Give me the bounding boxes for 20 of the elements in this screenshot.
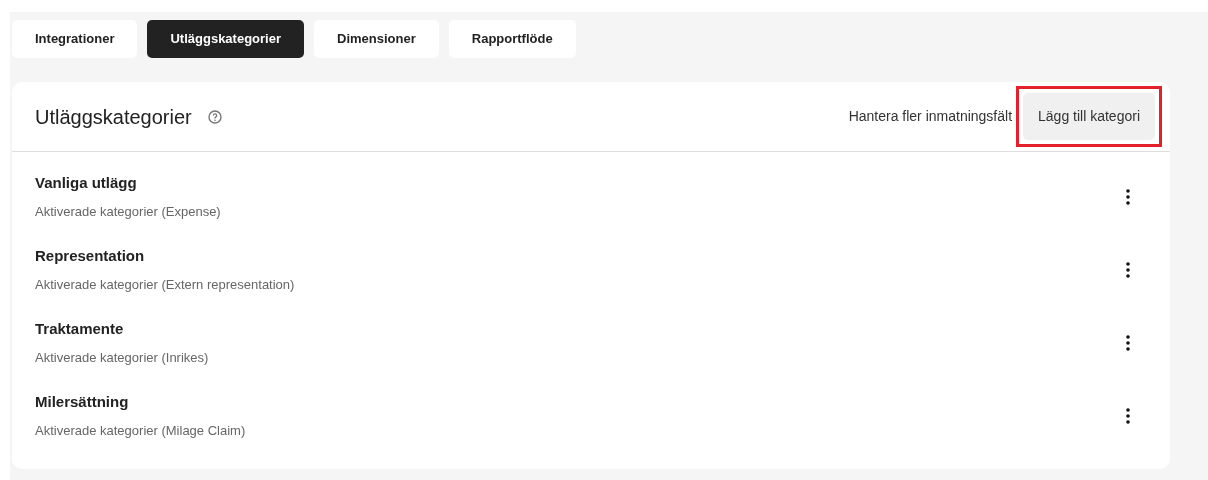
category-description: Aktiverade kategorier (Milage Claim) [35,422,246,440]
category-name: Milersättning [35,391,130,412]
help-icon[interactable] [207,109,222,124]
more-options-icon[interactable] [1126,189,1130,206]
tab[interactable]: Integrationer [12,20,138,58]
add-category-button[interactable]: Lägg till kategori [1023,93,1155,140]
more-options-icon[interactable] [1126,335,1130,352]
tab[interactable]: Dimensioner [314,20,439,58]
category-name: Representation [35,245,146,266]
panel-title: Utläggskategorier [35,104,192,130]
more-options-icon[interactable] [1126,262,1130,279]
category-name: Vanliga utlägg [35,172,138,193]
more-options-icon[interactable] [1126,408,1130,425]
tab[interactable]: Rapportflöde [448,20,576,58]
category-description: Aktiverade kategorier (Inrikes) [35,349,209,367]
manage-fields-link[interactable]: Hantera fler inmatningsfält [848,106,1013,127]
tab[interactable]: Utläggskategorier [147,20,304,58]
category-description: Aktiverade kategorier (Extern representation) [35,276,295,294]
category-description: Aktiverade kategorier (Expense) [35,203,221,221]
category-name: Traktamente [35,318,125,339]
